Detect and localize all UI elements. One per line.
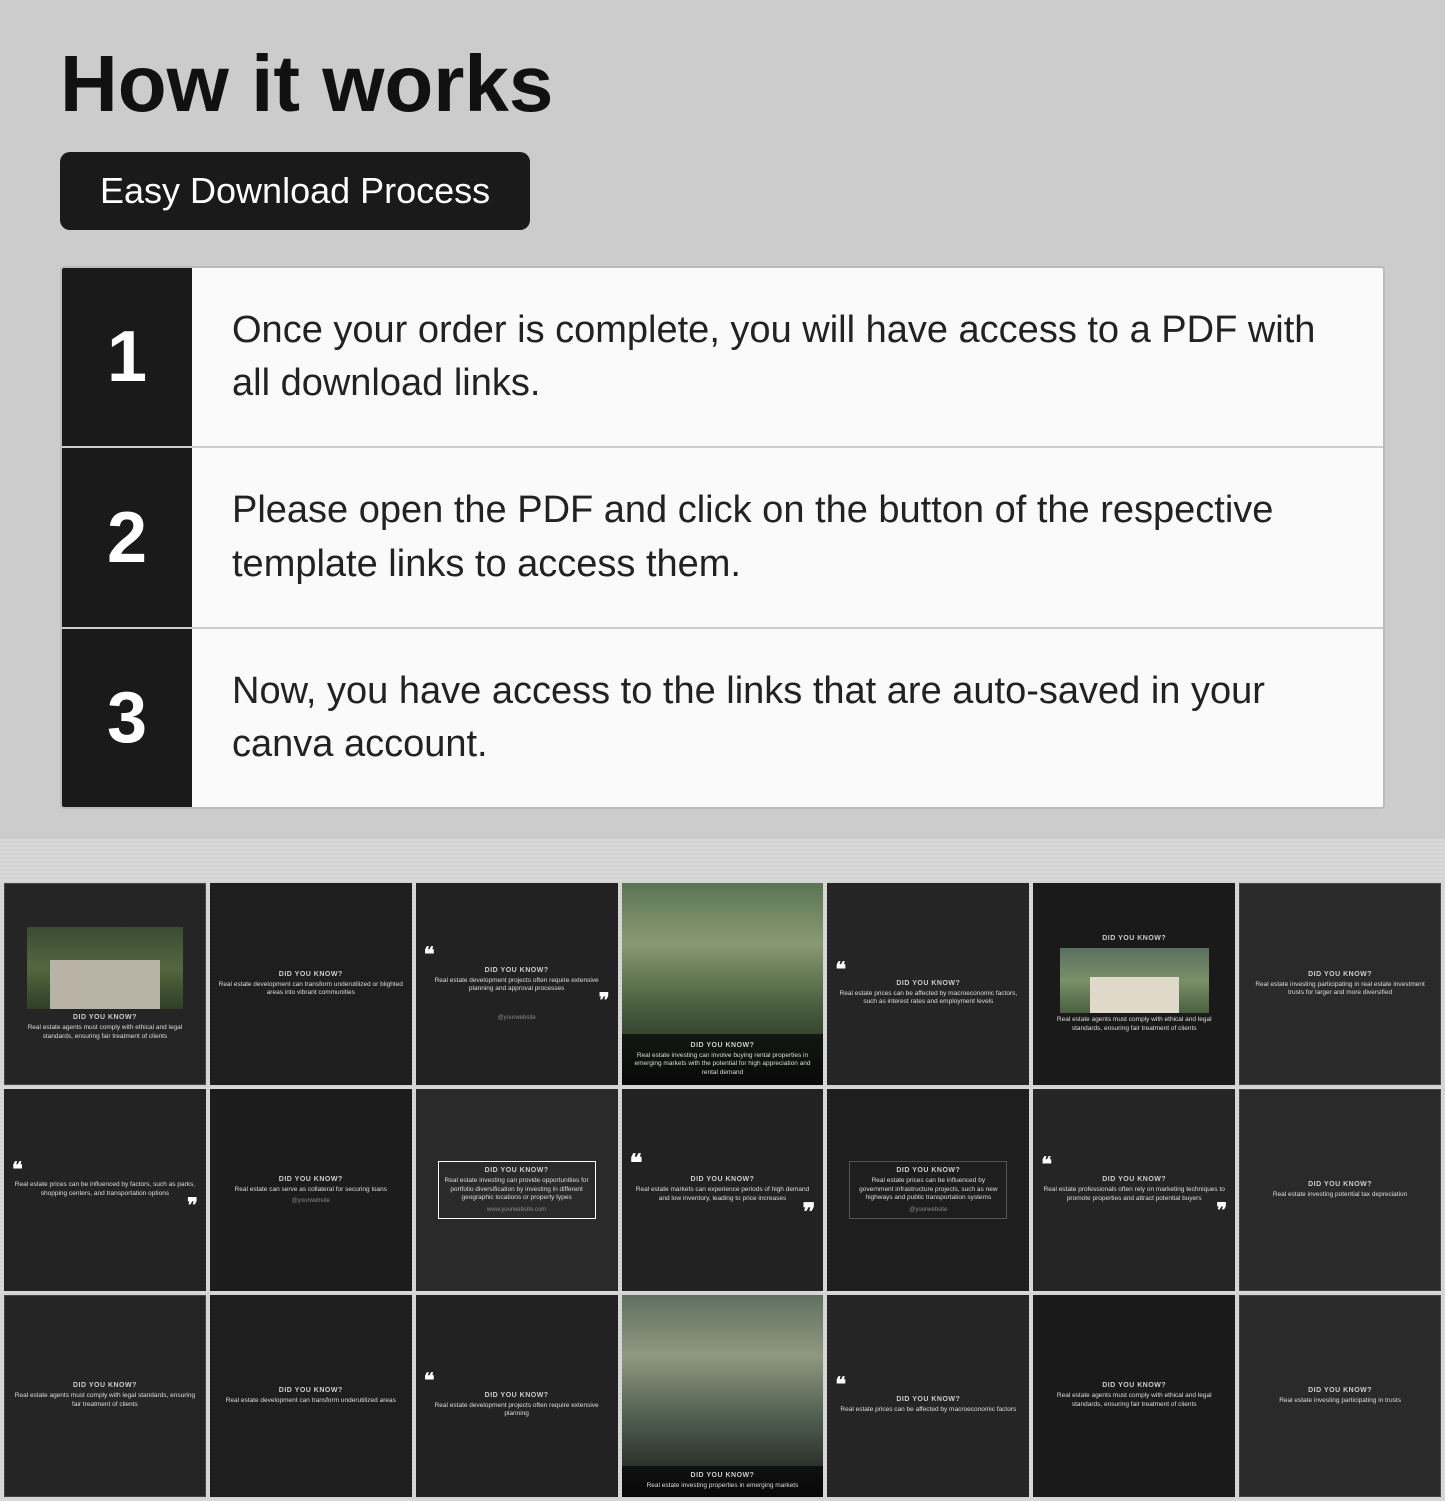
step-number-3: 3	[62, 629, 192, 807]
gallery-item-8: ❝ Real estate prices can be influenced b…	[4, 1089, 206, 1291]
card15-body: Real estate agents must comply with lega…	[13, 1392, 197, 1409]
gallery-item-1: DID YOU KNOW? Real estate agents must co…	[4, 883, 206, 1085]
card2-header: DID YOU KNOW?	[279, 971, 343, 978]
card11-header: DID YOU KNOW?	[691, 1176, 755, 1183]
page-title: How it works	[60, 40, 1385, 128]
card7-header: DID YOU KNOW?	[1308, 971, 1372, 978]
card17-quote-open: ❝	[424, 1370, 435, 1392]
card4-header: DID YOU KNOW?	[630, 1042, 816, 1049]
card9-body: Real estate can serve as collateral for …	[235, 1186, 387, 1194]
gallery-item-6: DID YOU KNOW? Real estate agents must co…	[1033, 883, 1235, 1085]
gallery-item-21: DID YOU KNOW? Real estate investing part…	[1239, 1295, 1441, 1497]
card1-body: Real estate agents must comply with ethi…	[13, 1024, 197, 1041]
card19-header: DID YOU KNOW?	[896, 1396, 960, 1403]
card10-outline: DID YOU KNOW? Real estate investing can …	[438, 1161, 596, 1218]
steps-container: 1 Once your order is complete, you will …	[60, 266, 1385, 809]
card11-quote-open: ❝	[630, 1150, 643, 1177]
card8-quote-close: ❞	[187, 1195, 198, 1217]
card7-body: Real estate investing participating in r…	[1248, 981, 1432, 998]
card14-body: Real estate investing potential tax depr…	[1273, 1191, 1407, 1199]
card11-body: Real estate markets can experience perio…	[630, 1186, 816, 1203]
card12-header: DID YOU KNOW?	[896, 1167, 960, 1174]
gallery-item-7: DID YOU KNOW? Real estate investing part…	[1239, 883, 1441, 1085]
step-text-1: Once your order is complete, you will ha…	[192, 268, 1383, 446]
step-row-3: 3 Now, you have access to the links that…	[62, 629, 1383, 807]
card18-body: Real estate investing properties in emer…	[628, 1482, 818, 1490]
gallery-item-19: ❝ DID YOU KNOW? Real estate prices can b…	[827, 1295, 1029, 1497]
card6-header: DID YOU KNOW?	[1102, 935, 1166, 942]
card4-body: Real estate investing can involve buying…	[630, 1052, 816, 1077]
step-text-2: Please open the PDF and click on the but…	[192, 448, 1383, 626]
gallery-section: DID YOU KNOW? Real estate agents must co…	[0, 879, 1445, 1501]
card10-body: Real estate investing can provide opport…	[444, 1177, 590, 1202]
gallery-item-3: ❝ DID YOU KNOW? Real estate development …	[416, 883, 618, 1085]
gallery-item-9: DID YOU KNOW? Real estate can serve as c…	[210, 1089, 412, 1291]
card13-quote-open: ❝	[1041, 1154, 1052, 1176]
card6-body: Real estate agents must comply with ethi…	[1041, 1016, 1227, 1033]
step-number-2: 2	[62, 448, 192, 626]
card1-header: DID YOU KNOW?	[73, 1014, 137, 1021]
card18-header: DID YOU KNOW?	[628, 1472, 818, 1479]
card17-body: Real estate development projects often r…	[424, 1402, 610, 1419]
download-process-badge: Easy Download Process	[60, 152, 530, 230]
gallery-item-18: DID YOU KNOW? Real estate investing prop…	[622, 1295, 824, 1497]
gallery-item-13: ❝ DID YOU KNOW? Real estate professional…	[1033, 1089, 1235, 1291]
card16-body: Real estate development can transform un…	[226, 1397, 396, 1405]
step-row-1: 1 Once your order is complete, you will …	[62, 268, 1383, 448]
step-number-1: 1	[62, 268, 192, 446]
card20-header: DID YOU KNOW?	[1102, 1382, 1166, 1389]
card5-header: DID YOU KNOW?	[896, 980, 960, 987]
card3-body: Real estate development projects often r…	[424, 977, 610, 994]
card15-header: DID YOU KNOW?	[73, 1382, 137, 1389]
card3-header: DID YOU KNOW?	[485, 967, 549, 974]
card12-outline: DID YOU KNOW? Real estate prices can be …	[849, 1161, 1007, 1218]
gallery-item-10: DID YOU KNOW? Real estate investing can …	[416, 1089, 618, 1291]
card10-header: DID YOU KNOW?	[485, 1167, 549, 1174]
card10-website: www.yourwebsite.com	[487, 1207, 546, 1213]
card12-website: @yourwebsite	[909, 1207, 947, 1213]
gallery-item-11: ❝ DID YOU KNOW? Real estate markets can …	[622, 1089, 824, 1291]
card9-website: @yourwebsite	[292, 1198, 330, 1204]
card2-body: Real estate development can transform un…	[218, 981, 404, 998]
card21-header: DID YOU KNOW?	[1308, 1387, 1372, 1394]
gallery-item-2: DID YOU KNOW? Real estate development ca…	[210, 883, 412, 1085]
gallery-item-15: DID YOU KNOW? Real estate agents must co…	[4, 1295, 206, 1497]
card9-header: DID YOU KNOW?	[279, 1176, 343, 1183]
card17-header: DID YOU KNOW?	[485, 1392, 549, 1399]
card19-quote-open: ❝	[835, 1374, 846, 1396]
card16-header: DID YOU KNOW?	[279, 1387, 343, 1394]
gallery-item-12: DID YOU KNOW? Real estate prices can be …	[827, 1089, 1029, 1291]
step-row-2: 2 Please open the PDF and click on the b…	[62, 448, 1383, 628]
card8-body: Real estate prices can be influenced by …	[12, 1181, 198, 1198]
card8-quote: ❝	[12, 1159, 23, 1181]
gallery-item-16: DID YOU KNOW? Real estate development ca…	[210, 1295, 412, 1497]
card3-quote-close: ❞	[599, 990, 610, 1012]
card13-header: DID YOU KNOW?	[1102, 1176, 1166, 1183]
card11-quote-close: ❞	[803, 1199, 816, 1226]
card13-body: Real estate professionals often rely on …	[1041, 1186, 1227, 1203]
step-text-3: Now, you have access to the links that a…	[192, 629, 1383, 807]
card14-header: DID YOU KNOW?	[1308, 1181, 1372, 1188]
gallery-item-20: DID YOU KNOW? Real estate agents must co…	[1033, 1295, 1235, 1497]
card3-website: @yourwebsite	[498, 1015, 536, 1021]
gallery-item-14: DID YOU KNOW? Real estate investing pote…	[1239, 1089, 1441, 1291]
card19-body: Real estate prices can be affected by ma…	[840, 1406, 1016, 1414]
gallery-item-4: DID YOU KNOW? Real estate investing can …	[622, 883, 824, 1085]
card12-body: Real estate prices can be influenced by …	[855, 1177, 1001, 1202]
card20-body: Real estate agents must comply with ethi…	[1041, 1392, 1227, 1409]
card3-quote-open: ❝	[424, 944, 435, 966]
card5-body: Real estate prices can be affected by ma…	[835, 990, 1021, 1007]
top-section: How it works Easy Download Process 1 Onc…	[0, 0, 1445, 839]
gallery-item-17: ❝ DID YOU KNOW? Real estate development …	[416, 1295, 618, 1497]
card13-quote-close: ❞	[1216, 1200, 1227, 1222]
card21-body: Real estate investing participating in t…	[1279, 1397, 1401, 1405]
card5-quote-open: ❝	[835, 959, 846, 981]
gallery-item-5: ❝ DID YOU KNOW? Real estate prices can b…	[827, 883, 1029, 1085]
